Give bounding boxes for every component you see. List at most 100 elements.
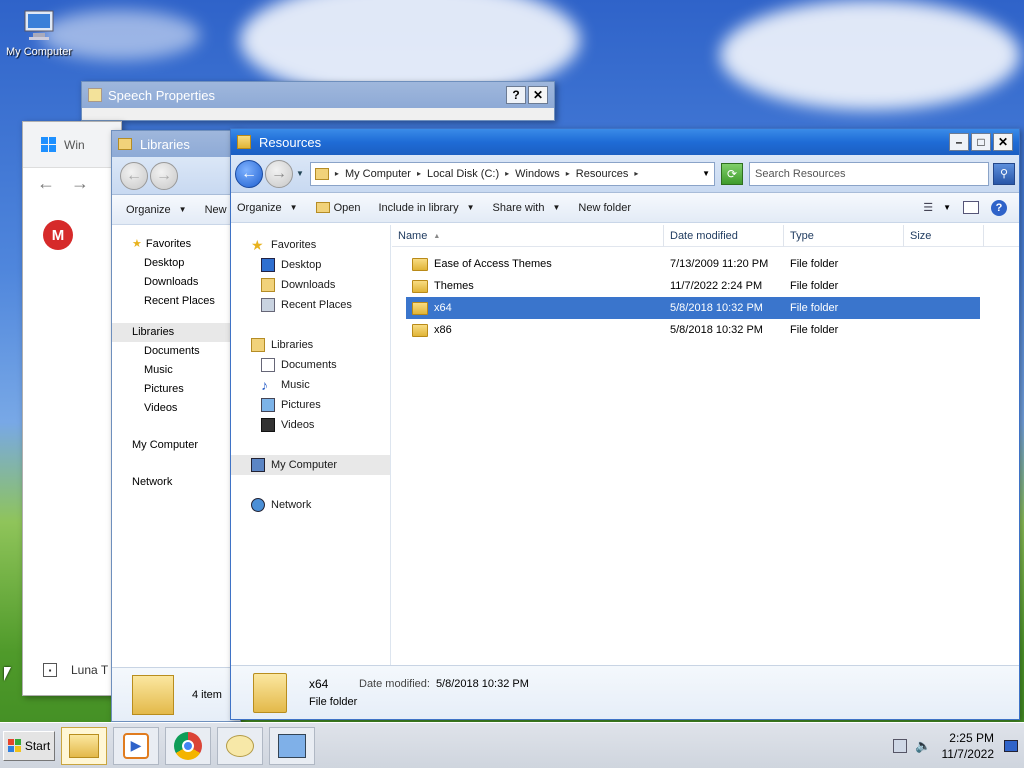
taskbar-explorer-button[interactable] <box>61 726 107 765</box>
chrome-bottom-label: Luna T <box>71 663 109 677</box>
show-desktop-icon[interactable] <box>1004 739 1018 752</box>
new-menu[interactable]: New <box>205 204 227 216</box>
chrome-bottom-item[interactable]: ▪ Luna T <box>43 663 108 677</box>
taskbar-control-panel-button[interactable] <box>269 726 315 765</box>
search-input[interactable]: Search Resources <box>749 161 989 186</box>
address-bar[interactable]: ▸ My Computer ▸ Local Disk (C:) ▸ Window… <box>309 161 715 186</box>
back-button[interactable]: ← <box>235 159 263 188</box>
file-type: File folder <box>790 280 839 292</box>
nav-documents[interactable]: Documents <box>132 342 240 361</box>
chevron-right-icon[interactable]: ▸ <box>634 169 638 178</box>
table-row[interactable]: x86 5/8/2018 10:32 PM File folder <box>406 319 980 341</box>
taskbar-chrome-button[interactable] <box>165 726 211 765</box>
taskbar-speech-button[interactable] <box>217 726 263 765</box>
nav-network[interactable]: Network <box>132 473 240 492</box>
nav-libraries[interactable]: Libraries <box>231 335 390 355</box>
open-button[interactable]: Open <box>315 202 360 214</box>
resources-window[interactable]: Resources – □ ✕ ← → ▼ ▸ My Computer ▸ Lo… <box>230 128 1020 720</box>
minimize-button[interactable]: – <box>949 133 969 151</box>
nav-pictures[interactable]: Pictures <box>231 395 390 415</box>
nav-my-computer[interactable]: My Computer <box>132 436 240 455</box>
nav-label: Recent Places <box>281 299 352 311</box>
organize-label: Organize <box>237 201 282 214</box>
taskbar-media-player-button[interactable]: ▶ <box>113 726 159 765</box>
column-size[interactable]: Size <box>904 225 984 247</box>
search-icon[interactable]: ⚲ <box>993 162 1015 185</box>
resources-titlebar[interactable]: Resources – □ ✕ <box>231 129 1019 155</box>
nav-favorites[interactable]: ★ Favorites <box>231 235 390 255</box>
nav-music[interactable]: ♪ Music <box>231 375 390 395</box>
organize-menu[interactable]: Organize ▼ <box>237 202 298 214</box>
downloads-icon <box>261 278 275 292</box>
speech-titlebar[interactable]: Speech Properties ? ✕ <box>82 82 554 108</box>
chevron-right-icon[interactable]: ▸ <box>417 169 421 178</box>
desktop-icon-label: My Computer <box>5 46 73 58</box>
preview-pane-icon[interactable] <box>963 201 979 214</box>
address-dropdown-icon[interactable]: ▼ <box>702 169 710 178</box>
breadcrumb-local-disk[interactable]: Local Disk (C:) <box>427 168 499 180</box>
new-folder-button[interactable]: New folder <box>578 202 631 214</box>
recent-pages-dropdown[interactable]: ▼ <box>296 169 304 178</box>
organize-menu[interactable]: Organize ▼ <box>126 204 187 216</box>
view-options-icon[interactable]: ☰ <box>923 201 933 214</box>
share-with-menu[interactable]: Share with ▼ <box>493 202 561 214</box>
nav-videos[interactable]: Videos <box>231 415 390 435</box>
back-arrow-icon[interactable]: ← <box>37 173 55 194</box>
libraries-titlebar[interactable]: Libraries <box>112 131 240 157</box>
nav-favorites[interactable]: ★ Favorites <box>132 235 240 254</box>
folder-icon <box>412 301 428 315</box>
nav-label: Network <box>271 499 312 511</box>
table-row[interactable]: Themes 11/7/2022 2:24 PM File folder <box>406 275 980 297</box>
column-date-modified[interactable]: Date modified <box>664 225 784 247</box>
maximize-button[interactable]: □ <box>971 133 991 151</box>
speech-properties-window[interactable]: Speech Properties ? ✕ <box>81 81 555 121</box>
desktop-icon-my-computer[interactable]: My Computer <box>4 8 74 58</box>
nav-downloads[interactable]: Downloads <box>231 275 390 295</box>
documents-icon <box>261 358 275 372</box>
nav-libraries[interactable]: Libraries <box>112 323 240 342</box>
chevron-right-icon[interactable]: ▸ <box>505 169 509 178</box>
start-button[interactable]: Start <box>3 730 55 761</box>
nav-pictures[interactable]: Pictures <box>132 380 240 399</box>
column-name[interactable]: Name ▲ <box>392 225 664 247</box>
column-type[interactable]: Type <box>784 225 904 247</box>
nav-videos[interactable]: Videos <box>132 399 240 418</box>
mega-logo-icon[interactable]: M <box>43 220 73 250</box>
clock[interactable]: 2:25 PM 11/7/2022 <box>942 730 995 762</box>
nav-desktop[interactable]: Desktop <box>231 255 390 275</box>
breadcrumb-resources[interactable]: Resources <box>576 168 629 180</box>
chevron-down-icon[interactable]: ▼ <box>943 203 951 212</box>
nav-recent-places[interactable]: Recent Places <box>231 295 390 315</box>
refresh-icon[interactable]: ⟳ <box>721 162 743 185</box>
nav-documents[interactable]: Documents <box>231 355 390 375</box>
chrome-window[interactable]: Win ← → M ▪ Luna T <box>22 121 122 696</box>
forward-button[interactable]: → <box>265 159 293 188</box>
help-button[interactable]: ? <box>506 86 526 104</box>
network-tray-icon[interactable] <box>893 738 908 753</box>
help-icon[interactable]: ? <box>991 199 1007 216</box>
table-row-selected[interactable]: x64 5/8/2018 10:32 PM File folder <box>406 297 980 319</box>
breadcrumb-windows[interactable]: Windows <box>515 168 560 180</box>
include-in-library-menu[interactable]: Include in library ▼ <box>378 202 474 214</box>
back-button[interactable]: ← <box>120 161 148 190</box>
folder-icon <box>237 135 251 149</box>
forward-button[interactable]: → <box>150 161 178 190</box>
nav-desktop[interactable]: Desktop <box>132 254 240 273</box>
breadcrumb-my-computer[interactable]: My Computer <box>345 168 411 180</box>
nav-network[interactable]: Network <box>231 495 390 515</box>
chrome-tab-label[interactable]: Win <box>64 138 85 152</box>
table-row[interactable]: Ease of Access Themes 7/13/2009 11:20 PM… <box>406 253 980 275</box>
clock-date: 11/7/2022 <box>941 746 995 761</box>
nav-recent-places[interactable]: Recent Places <box>132 292 240 311</box>
forward-arrow-icon[interactable]: → <box>71 173 89 194</box>
volume-icon[interactable]: 🔈 <box>915 738 931 754</box>
close-button[interactable]: ✕ <box>528 86 548 104</box>
nav-downloads[interactable]: Downloads <box>132 273 240 292</box>
folder-icon <box>118 138 132 150</box>
libraries-window[interactable]: Libraries ← → Organize ▼ New ★ Favorites D… <box>111 130 241 722</box>
chevron-right-icon[interactable]: ▸ <box>566 169 570 178</box>
nav-music[interactable]: Music <box>132 361 240 380</box>
close-button[interactable]: ✕ <box>993 133 1013 151</box>
chrome-nav: ← → <box>23 168 121 198</box>
nav-my-computer[interactable]: My Computer <box>231 455 390 475</box>
